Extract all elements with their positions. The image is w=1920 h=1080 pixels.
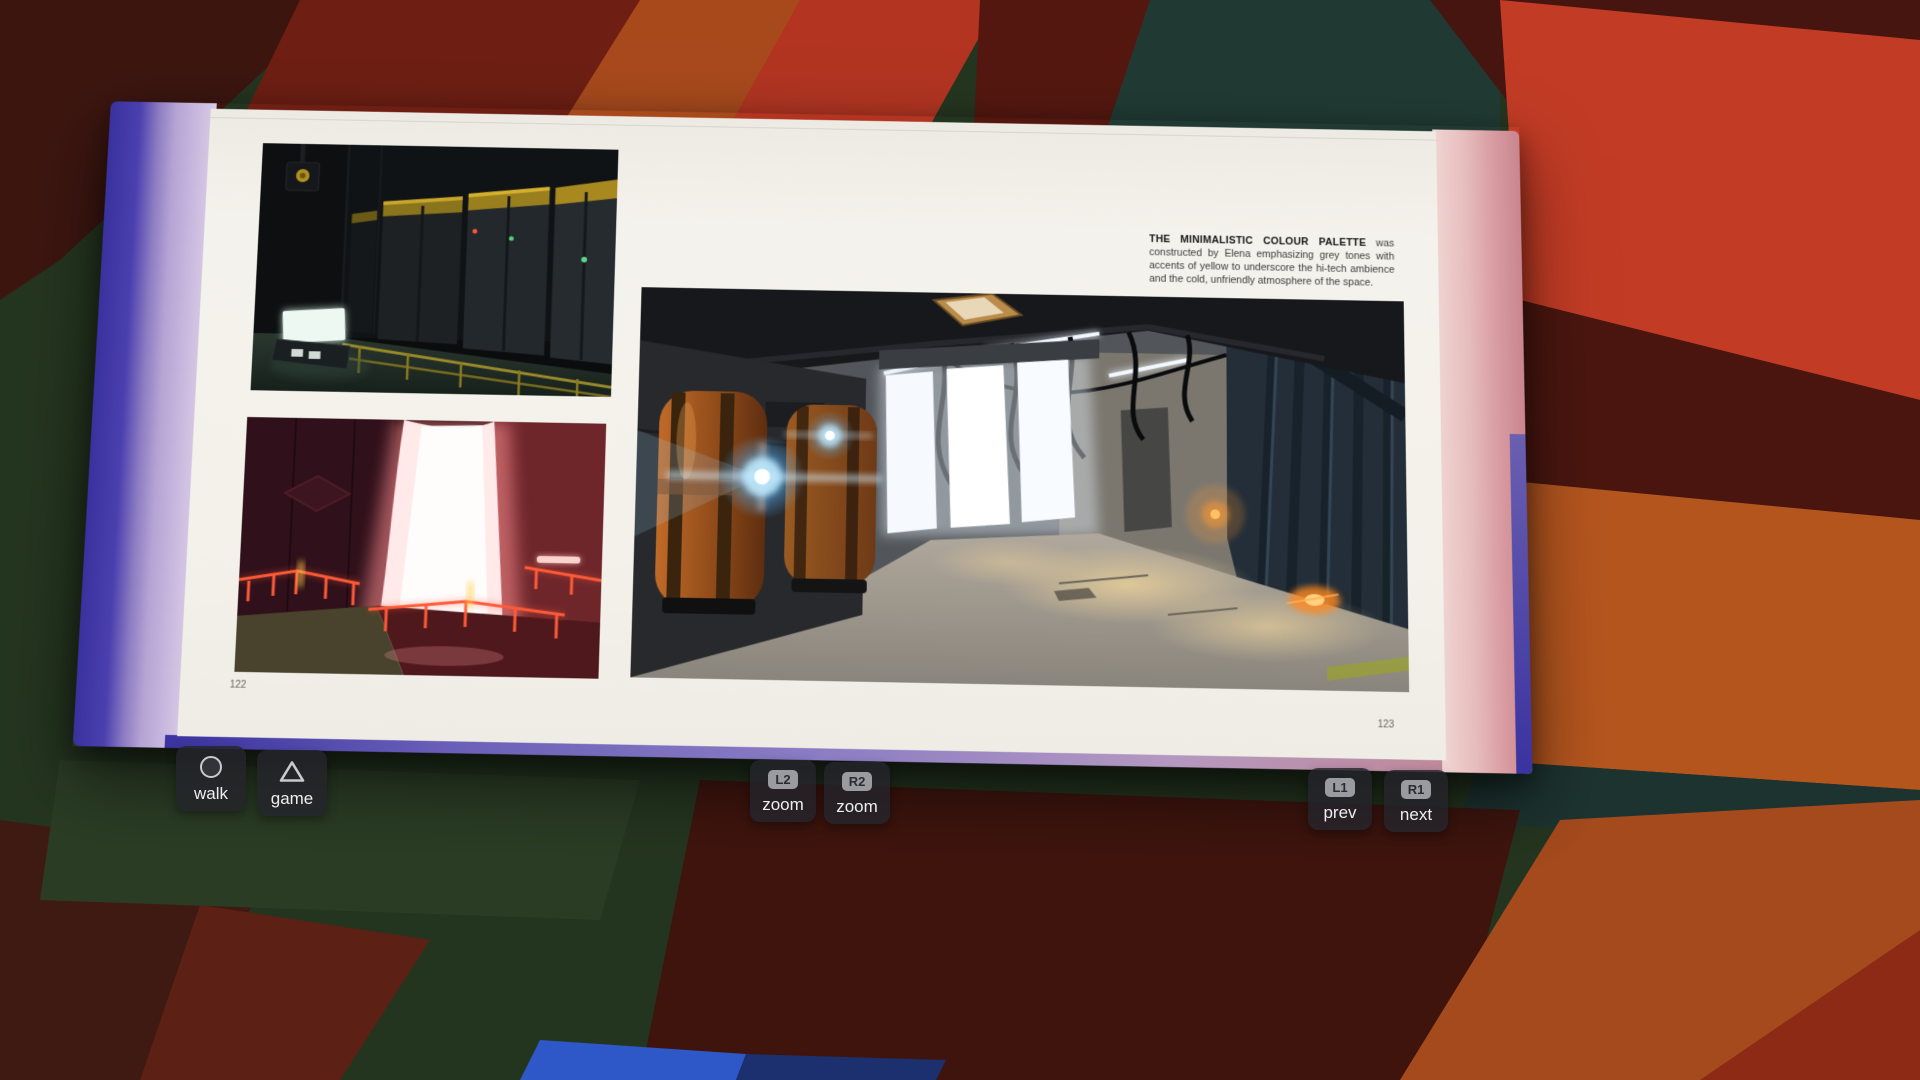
photo-storage-room	[251, 143, 619, 397]
page-number-left: 122	[229, 680, 246, 691]
r1-button-icon: R1	[1401, 780, 1432, 799]
page-spread: THE MINIMALISTIC COLOUR PALETTE was cons…	[177, 109, 1446, 761]
hint-zoom-in-label: zoom	[836, 798, 878, 815]
page-caption: THE MINIMALISTIC COLOUR PALETTE was cons…	[1149, 232, 1395, 290]
hint-game[interactable]: game	[257, 750, 327, 816]
circle-button-icon	[200, 756, 222, 778]
artbook: THE MINIMALISTIC COLOUR PALETTE was cons…	[73, 101, 1533, 774]
hint-zoom-in[interactable]: R2 zoom	[824, 762, 890, 824]
l2-button-icon: L2	[768, 770, 797, 789]
photo-red-hall	[234, 417, 606, 679]
triangle-button-icon	[279, 760, 305, 783]
r2-button-icon: R2	[842, 772, 873, 791]
book-right-edge	[1432, 129, 1532, 774]
hint-game-label: game	[271, 790, 314, 807]
page-number-right: 123	[1378, 719, 1395, 730]
hint-next-label: next	[1400, 806, 1432, 823]
hint-next[interactable]: R1 next	[1384, 770, 1448, 832]
hint-walk-label: walk	[194, 785, 228, 802]
hint-zoom-out-label: zoom	[762, 796, 804, 813]
hint-prev[interactable]: L1 prev	[1308, 768, 1372, 830]
hint-zoom-out[interactable]: L2 zoom	[750, 760, 816, 822]
photo-corridor	[630, 287, 1409, 692]
hint-prev-label: prev	[1323, 804, 1356, 821]
l1-button-icon: L1	[1325, 778, 1354, 797]
hint-walk[interactable]: walk	[176, 746, 246, 811]
